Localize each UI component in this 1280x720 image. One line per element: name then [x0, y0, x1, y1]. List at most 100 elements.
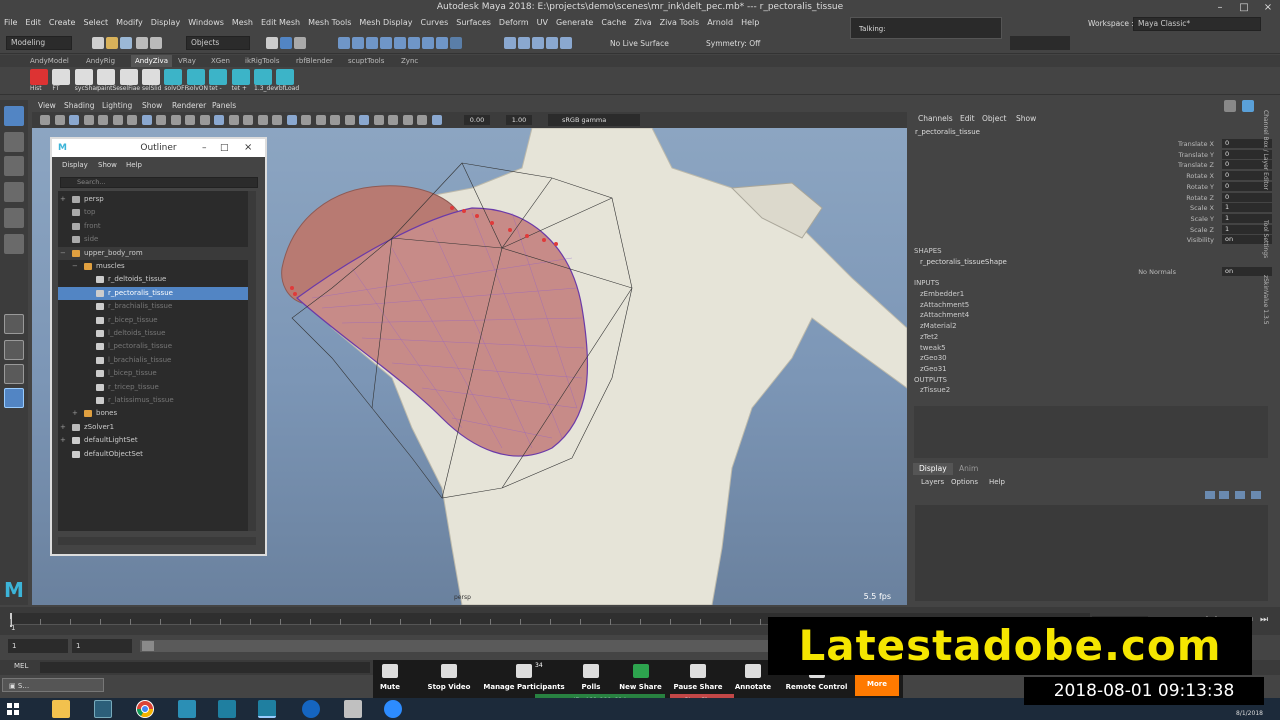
viewport-menu-renderer[interactable]: Renderer	[172, 100, 206, 112]
outliner-row-top[interactable]: top	[58, 206, 256, 219]
viewport-tool-icon[interactable]	[417, 115, 427, 125]
menu-deform[interactable]: Deform	[495, 15, 533, 30]
viewport-menu-show[interactable]: Show	[142, 100, 162, 112]
outliner-title-bar[interactable]: M Outliner – □ ×	[52, 139, 265, 157]
component-mode-icon[interactable]	[294, 37, 306, 49]
viewport-tool-icon[interactable]	[272, 115, 282, 125]
layer-tab-anim[interactable]: Anim	[953, 463, 984, 475]
viewport-tool-icon[interactable]	[388, 115, 398, 125]
menu-edit[interactable]: Edit	[21, 15, 45, 30]
viewport-tool-icon[interactable]	[83, 115, 94, 125]
outliner-row-l-pectoralis-tissue[interactable]: l_pectoralis_tissue	[58, 340, 256, 353]
outliner-row-bones[interactable]: + bones	[58, 407, 256, 420]
symmetry-label[interactable]: Symmetry: Off	[706, 39, 760, 48]
outliner-layout-icon[interactable]	[4, 388, 24, 408]
exposure-field[interactable]: 0.00	[464, 115, 490, 125]
output-node-ztissue2[interactable]: zTissue2	[920, 386, 950, 394]
go-to-end-icon[interactable]: ⏭	[1257, 613, 1271, 627]
outliner-horizontal-scrollbar[interactable]	[58, 537, 256, 545]
select-by-dynamic-icon[interactable]	[408, 37, 420, 49]
outliner-row-r-deltoids-tissue[interactable]: r_deltoids_tissue	[58, 273, 256, 286]
shelf-tab-zync[interactable]: Zync	[401, 55, 418, 67]
object-mode-icon[interactable]	[280, 37, 292, 49]
viewport-tool-icon[interactable]	[373, 115, 384, 125]
shelf-selfiae-icon[interactable]	[119, 69, 138, 85]
outliner-row-persp[interactable]: + persp	[58, 193, 256, 206]
shelf-tet-icon[interactable]	[231, 69, 250, 85]
chrome-icon[interactable]	[136, 700, 154, 718]
outliner-menu-show[interactable]: Show	[98, 159, 117, 171]
shelf-ft-icon[interactable]	[52, 69, 71, 85]
channel-box-menu-object[interactable]: Object	[982, 114, 1006, 123]
windows-start-icon[interactable]	[4, 700, 22, 718]
shelf-rbfload-icon[interactable]	[276, 69, 295, 85]
outliner-maximize-button[interactable]: □	[220, 139, 229, 157]
maya-lt-icon[interactable]	[178, 700, 196, 718]
zoom-mute-button[interactable]: Mute	[373, 660, 407, 698]
selection-mode-dropdown[interactable]: Objects	[186, 36, 250, 50]
lasso-tool-icon[interactable]	[4, 132, 24, 152]
menu-surfaces[interactable]: Surfaces	[452, 15, 495, 30]
viewport-tool-icon[interactable]	[330, 115, 340, 125]
viewport-tool-icon[interactable]	[170, 115, 181, 125]
viewport-tool-icon[interactable]	[402, 115, 413, 125]
shape-node-name[interactable]: r_pectoralis_tissueShape	[920, 258, 1007, 266]
layer-move-down-icon[interactable]	[1219, 491, 1229, 499]
side-by-side-layout-icon[interactable]	[4, 364, 24, 384]
range-current-field[interactable]: 1	[72, 639, 132, 653]
menu-file[interactable]: File	[0, 15, 21, 30]
outliner-row-r-latissimus-tissue[interactable]: r_latissimus_tissue	[58, 394, 256, 407]
shelf-tab-scupttools[interactable]: scuptTools	[348, 55, 384, 67]
viewport-tool-icon[interactable]	[431, 115, 442, 125]
channel-box-toggle-icon[interactable]	[1224, 100, 1236, 112]
viewport-menu-view[interactable]: View	[38, 100, 56, 112]
range-start-field[interactable]: 1	[8, 639, 68, 653]
viewport-tool-icon[interactable]	[344, 115, 355, 125]
file-explorer-icon[interactable]	[52, 700, 70, 718]
outliner-expand-icon[interactable]: +	[60, 421, 66, 434]
shelf-1-3-dev-icon[interactable]	[254, 69, 272, 85]
input-node-tweak5[interactable]: tweak5	[920, 344, 946, 352]
shelf-tab-rbfblender[interactable]: rbfBlender	[296, 55, 333, 67]
layer-move-up-icon[interactable]	[1205, 491, 1215, 499]
layer-menu-options[interactable]: Options	[951, 476, 978, 488]
viewport-tool-icon[interactable]	[98, 115, 108, 125]
menu-uv[interactable]: UV	[533, 15, 552, 30]
snap-curve-icon[interactable]	[518, 37, 530, 49]
viewport-tool-icon[interactable]	[185, 115, 195, 125]
outliner-row-defaultlightset[interactable]: + defaultLightSet	[58, 434, 256, 447]
select-by-handle-icon[interactable]	[338, 37, 350, 49]
shelf-tab-vray[interactable]: VRay	[178, 55, 196, 67]
shelf-hist-icon[interactable]	[30, 69, 48, 85]
color-space-dropdown[interactable]: sRGB gamma	[548, 114, 640, 126]
layer-menu-layers[interactable]: Layers	[921, 476, 944, 488]
outliner-expand-icon[interactable]: +	[60, 434, 66, 447]
attribute-editor-toggle-icon[interactable]	[1242, 100, 1254, 112]
shelf-tab-ikrigtools[interactable]: ikRigTools	[245, 55, 280, 67]
outliner-minimize-button[interactable]: –	[202, 139, 207, 157]
shelf-selslid-icon[interactable]	[142, 69, 160, 85]
new-layer-icon[interactable]	[1235, 491, 1245, 499]
channel-box-menu-show[interactable]: Show	[1016, 114, 1036, 123]
zoom-stop-video-button[interactable]: Stop Video	[419, 660, 479, 698]
close-button[interactable]: ×	[1256, 0, 1280, 15]
outliner-vertical-scrollbar[interactable]	[248, 191, 256, 531]
outliner-row-r-pectoralis-tissue[interactable]: r_pectoralis_tissue	[58, 286, 256, 300]
open-scene-icon[interactable]	[106, 37, 118, 49]
viewport-tool-icon[interactable]	[156, 115, 166, 125]
lock-selection-icon[interactable]	[450, 37, 462, 49]
outliner-row-r-tricep-tissue[interactable]: r_tricep_tissue	[58, 381, 256, 394]
select-by-joint-icon[interactable]	[352, 37, 364, 49]
viewport-tool-icon[interactable]	[54, 115, 65, 125]
input-node-zembedder1[interactable]: zEmbedder1	[920, 290, 964, 298]
side-tab-tool-settings[interactable]: Tool Settings	[1262, 220, 1269, 258]
viewport-tool-icon[interactable]	[243, 115, 253, 125]
menu-modify[interactable]: Modify	[112, 15, 147, 30]
outliner-close-button[interactable]: ×	[244, 139, 252, 157]
viewport-tool-icon[interactable]	[286, 115, 297, 125]
shelf-tab-xgen[interactable]: XGen	[211, 55, 230, 67]
channel-box-object-name[interactable]: r_pectoralis_tissue	[915, 128, 980, 136]
menu-mesh-display[interactable]: Mesh Display	[355, 15, 416, 30]
layer-menu-help[interactable]: Help	[989, 476, 1005, 488]
outliner-row-r-brachialis-tissue[interactable]: r_brachialis_tissue	[58, 300, 256, 313]
